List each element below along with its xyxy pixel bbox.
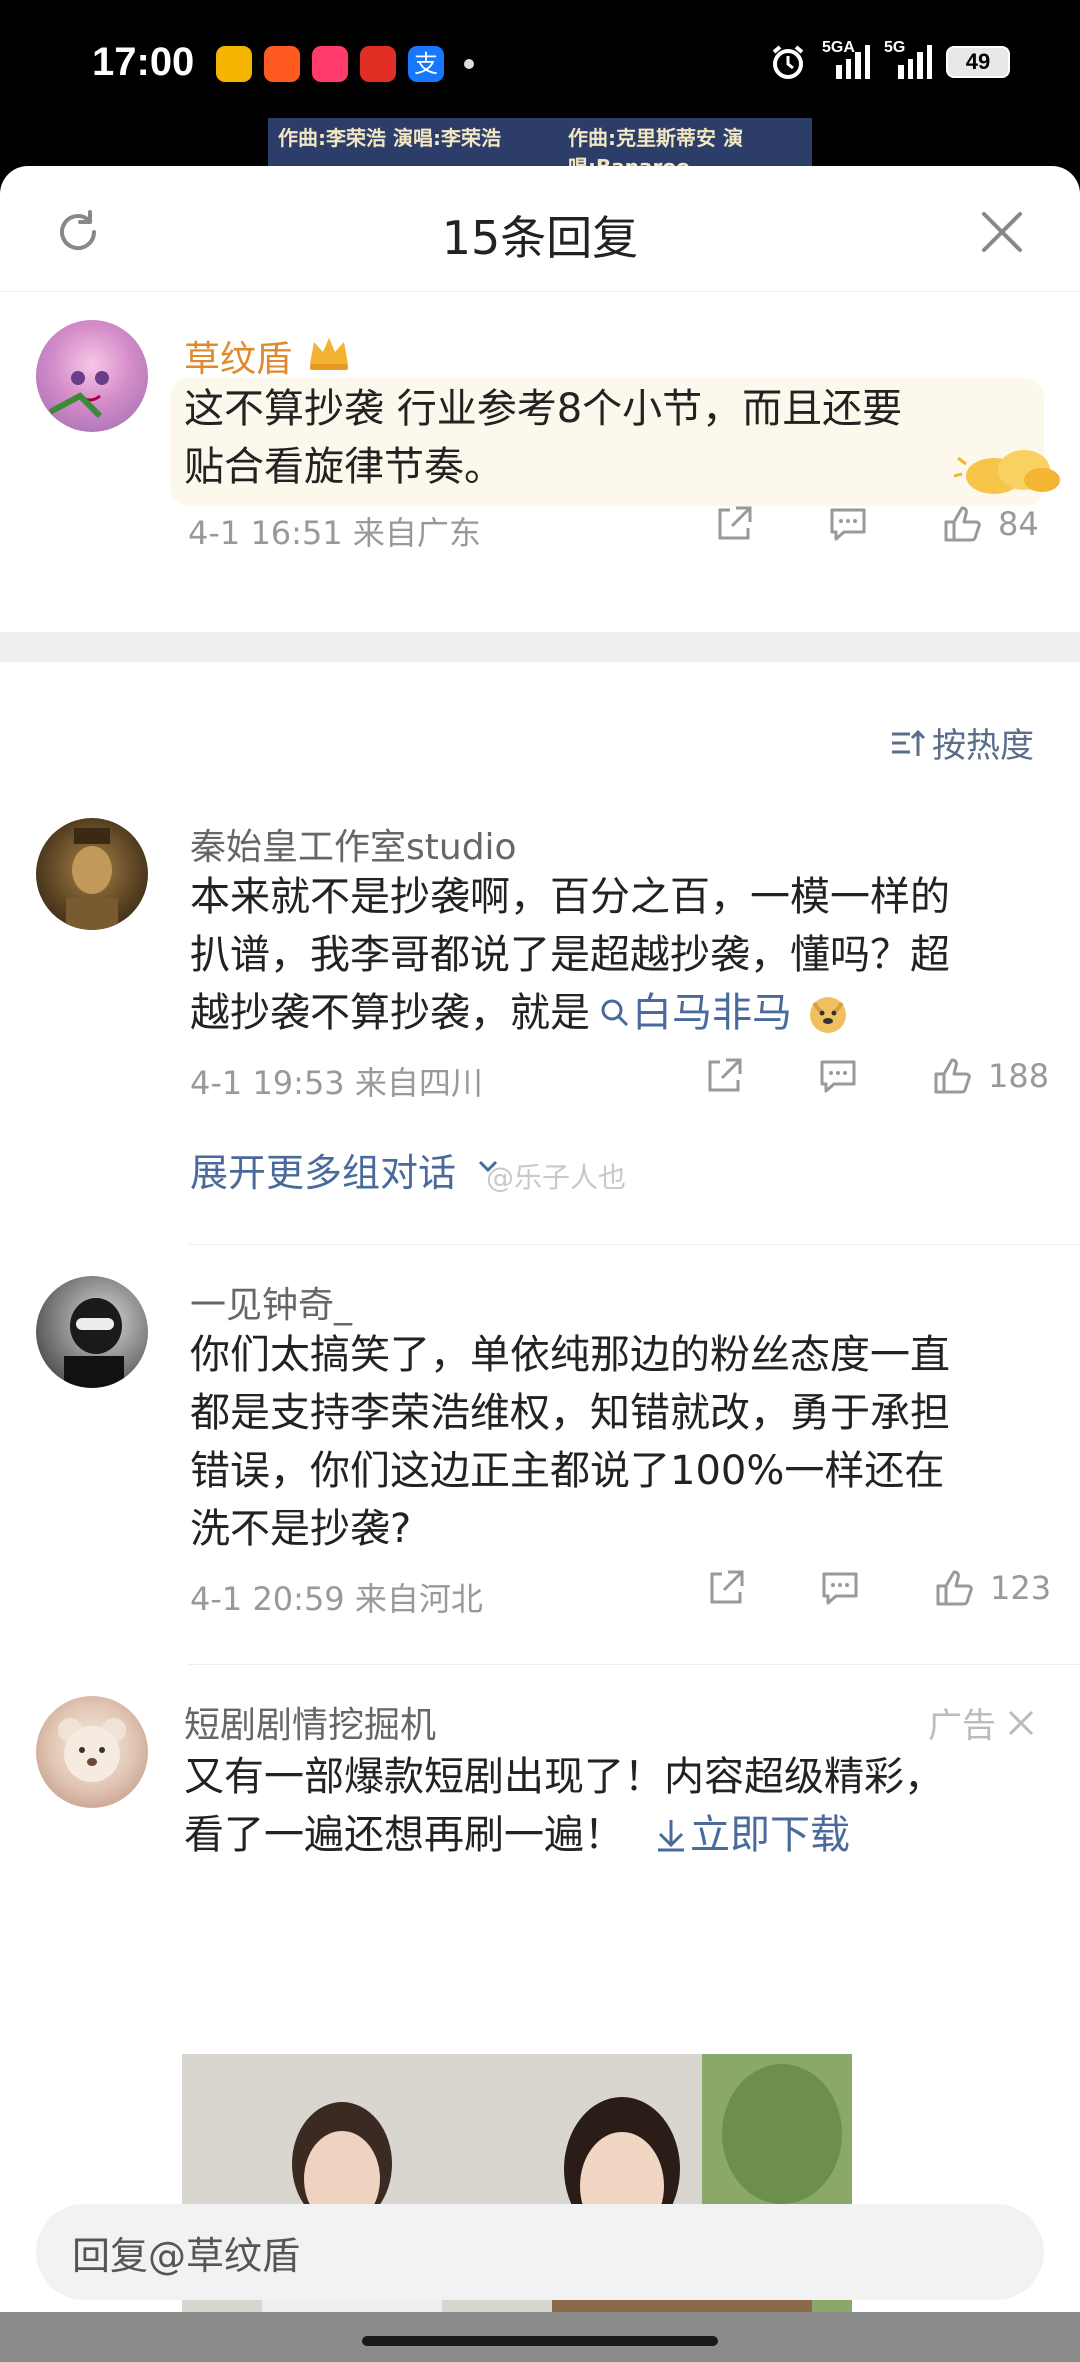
avatar[interactable] <box>36 1276 148 1388</box>
comment-icon[interactable] <box>816 1054 860 1098</box>
download-link[interactable]: 立即下载 <box>690 1806 850 1864</box>
comment-actions: 188 <box>702 1054 1049 1098</box>
reply-item: 秦始皇工作室studio 本来就不是抄袭啊，百分之百，一模一样的 扒谱，我李哥都… <box>0 818 1080 1238</box>
username[interactable]: 秦始皇工作室studio <box>190 818 517 870</box>
weibo-app-icon <box>216 46 252 82</box>
like-count: 188 <box>988 1057 1050 1095</box>
video-background: 作曲:李荣浩 演唱:李荣浩 作曲:克里斯蒂安 演唱:Banaroo <box>268 118 812 166</box>
comment-meta: 4-1 16:51 来自广东 <box>188 514 481 552</box>
ad-text: 又有一部爆款短剧出现了！内容超级精彩， 看了一遍还想再刷一遍！ 立即下载 <box>184 1748 944 1864</box>
avatar[interactable] <box>36 320 148 432</box>
comment-icon[interactable] <box>818 1566 862 1610</box>
video-caption-right: 作曲:克里斯蒂安 演唱:Banaroo <box>568 126 743 166</box>
comment-text-line: 错误，你们这边正主都说了100%一样还在 <box>190 1448 945 1494</box>
alipay-app-icon: 支 <box>408 46 444 82</box>
section-divider <box>0 632 1080 662</box>
thumbs-up-icon <box>936 1570 973 1606</box>
cloud-decoration-icon <box>954 450 1060 494</box>
ad-label: 广告 <box>928 1706 996 1746</box>
ad-tag: 广告 <box>928 1698 1036 1747</box>
alarm-icon <box>772 45 804 79</box>
ad-text-line: 看了一遍还想再刷一遍！ 立即下载 <box>184 1806 944 1864</box>
anime-avatar-icon <box>48 371 109 419</box>
video-caption-left: 作曲:李荣浩 演唱:李荣浩 <box>278 126 501 150</box>
expand-conversation-link[interactable]: 展开更多组对话 <box>190 1142 456 1197</box>
like-button[interactable]: 123 <box>932 1566 1051 1610</box>
teddy-bear-icon <box>58 1718 126 1782</box>
sort-label: 按热度 <box>932 726 1034 766</box>
divider <box>188 1244 1080 1245</box>
divider <box>188 1664 1080 1665</box>
comment-actions: 123 <box>704 1566 1051 1610</box>
comment-text-line: 扒谱，我李哥都说了是超越抄袭，懂吗？超 <box>190 932 950 978</box>
statue-avatar-icon <box>66 828 118 930</box>
avatar[interactable] <box>36 1696 148 1808</box>
signal2-label: 5G <box>884 39 906 56</box>
sort-button[interactable]: 按热度 <box>890 718 1034 767</box>
helmet-avatar-icon <box>64 1298 124 1388</box>
status-right: 5GA 5G 49 <box>768 39 1010 82</box>
root-comment: 草纹盾 这不算抄袭 行业参考8个小节，而且还要 贴合看旋律节奏。 4-1 16:… <box>0 292 1080 632</box>
like-count: 84 <box>998 505 1039 543</box>
close-icon[interactable] <box>974 204 1030 260</box>
ad-text-segment: 看了一遍还想再刷一遍！ <box>184 1812 624 1858</box>
comment-text-line: 本来就不是抄袭啊，百分之百，一模一样的 <box>190 874 950 920</box>
shopping-app-icon <box>312 46 348 82</box>
watermark: @乐子人也 <box>486 1161 627 1194</box>
more-notifications-dot <box>464 59 474 69</box>
reply-input[interactable]: 回复@草纹盾 <box>36 2204 1044 2300</box>
notification-icons: 支 <box>216 46 474 82</box>
kuaishou-app-icon <box>264 46 300 82</box>
signal-5g-icon: 5G <box>884 39 932 79</box>
thumbs-up-icon <box>944 506 981 542</box>
comment-text-line: 越抄袭不算抄袭，就是 白马非马 <box>190 984 950 1042</box>
comment-text-segment: 越抄袭不算抄袭，就是 <box>190 990 590 1036</box>
search-icon <box>601 999 629 1027</box>
comment-text-line: 你们太搞笑了，单依纯那边的粉丝态度一直 <box>190 1332 950 1378</box>
like-button[interactable]: 188 <box>930 1054 1049 1098</box>
signal1-label: 5GA <box>822 39 855 56</box>
sort-icon <box>892 729 926 756</box>
topic-link[interactable]: 白马非马 <box>632 984 792 1042</box>
crown-badge-icon <box>310 338 348 370</box>
avatar[interactable] <box>36 818 148 930</box>
like-button[interactable]: 84 <box>940 502 1039 546</box>
doge-emoji-icon <box>810 997 846 1033</box>
comment-icon[interactable] <box>826 502 870 546</box>
ad-item: 短剧剧情挖掘机 广告 又有一部爆款短剧出现了！内容超级精彩， 看了一遍还想再刷一… <box>0 1696 1080 2354</box>
thumbs-up-icon <box>934 1058 971 1094</box>
username[interactable]: 短剧剧情挖掘机 <box>184 1696 436 1748</box>
pinduoduo-app-icon <box>360 46 396 82</box>
share-icon[interactable] <box>712 502 756 546</box>
comment-text-line: 贴合看旋律节奏。 <box>184 444 504 490</box>
username[interactable]: 草纹盾 <box>184 330 292 382</box>
sheet-title: 15条回复 <box>441 211 639 265</box>
share-icon[interactable] <box>704 1566 748 1610</box>
battery-indicator: 49 <box>946 46 1010 78</box>
home-indicator[interactable] <box>362 2336 718 2346</box>
reply-sheet: 15条回复 草纹盾 这不算抄袭 行业参考8个小节，而且还要 贴合看旋律节奏。 4… <box>0 166 1080 2362</box>
share-icon[interactable] <box>702 1054 746 1098</box>
comment-meta: 4-1 20:59 来自河北 <box>190 1580 483 1618</box>
ad-text-line: 又有一部爆款短剧出现了！内容超级精彩， <box>184 1754 944 1800</box>
status-time: 17:00 <box>92 40 195 84</box>
reply-placeholder: 回复@草纹盾 <box>72 2233 301 2278</box>
status-bar: 17:00 支 5GA 5G 49 <box>0 0 1080 118</box>
comment-text-line: 都是支持李荣浩维权，知错就改，勇于承担 <box>190 1390 950 1436</box>
comment-text: 你们太搞笑了，单依纯那边的粉丝态度一直 都是支持李荣浩维权，知错就改，勇于承担 … <box>190 1326 950 1558</box>
comment-actions: 84 <box>712 502 1039 546</box>
like-count: 123 <box>990 1569 1052 1607</box>
sheet-header: 15条回复 <box>0 166 1080 292</box>
close-icon[interactable] <box>1006 1708 1036 1738</box>
comment-text-line: 这不算抄袭 行业参考8个小节，而且还要 <box>184 386 903 432</box>
comment-text-line: 洗不是抄袭? <box>190 1506 412 1552</box>
download-icon <box>658 1820 684 1852</box>
navigation-bar <box>0 2312 1080 2362</box>
signal-5ga-icon: 5GA <box>822 39 870 79</box>
comment-text: 本来就不是抄袭啊，百分之百，一模一样的 扒谱，我李哥都说了是超越抄袭，懂吗？超 … <box>190 868 950 1042</box>
comment-text: 这不算抄袭 行业参考8个小节，而且还要 贴合看旋律节奏。 <box>184 380 902 496</box>
comment-meta: 4-1 19:53 来自四川 <box>190 1064 483 1102</box>
username[interactable]: 一见钟奇_ <box>190 1276 352 1328</box>
